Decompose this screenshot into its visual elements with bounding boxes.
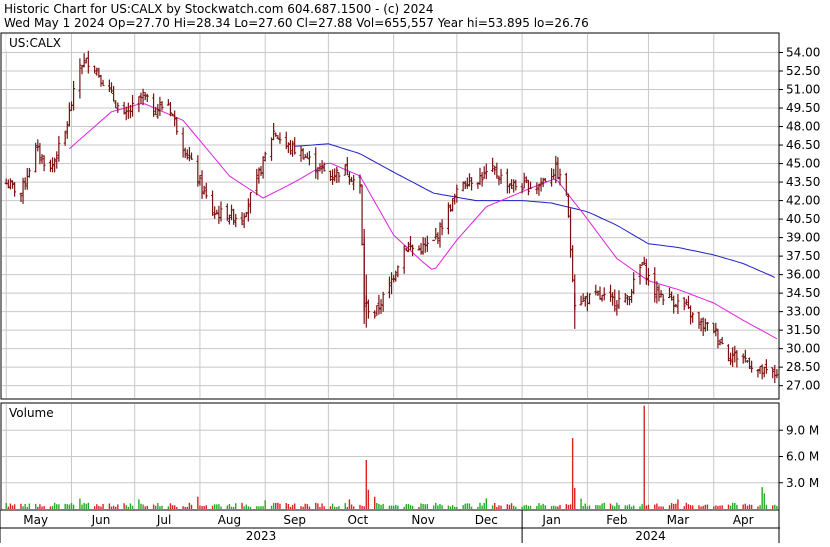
x-tick-label: Jun: [91, 513, 111, 527]
x-tick-label: Mar: [667, 513, 690, 527]
price-y-tick-label: 36.00: [786, 268, 820, 282]
x-tick-label: Nov: [411, 513, 434, 527]
year-label: 2024: [635, 529, 666, 543]
x-tick-label: Dec: [475, 513, 498, 527]
price-y-tick-label: 30.00: [786, 342, 820, 356]
price-y-tick-label: 43.50: [786, 175, 820, 189]
x-tick-label: Oct: [347, 513, 368, 527]
price-y-tick-label: 54.00: [786, 46, 820, 60]
x-tick-label: Feb: [606, 513, 627, 527]
price-y-tick-label: 39.00: [786, 231, 820, 245]
x-tick-label: Jan: [541, 513, 561, 527]
year-label: 2023: [246, 529, 277, 543]
price-y-tick-label: 46.50: [786, 138, 820, 152]
price-y-tick-label: 40.50: [786, 212, 820, 226]
price-y-tick-label: 34.50: [786, 286, 820, 300]
volume-label: Volume: [9, 406, 54, 420]
price-y-tick-label: 45.00: [786, 157, 820, 171]
volume-y-tick-label: 9.0 M: [786, 423, 819, 437]
price-y-tick-label: 51.00: [786, 83, 820, 97]
x-tick-label: Aug: [218, 513, 241, 527]
volume-y-axis: 9.0 M 6.0 M 3.0 M: [779, 423, 819, 490]
price-y-tick-label: 31.50: [786, 323, 820, 337]
chart-background: [0, 0, 830, 543]
price-y-tick-label: 27.00: [786, 379, 820, 393]
price-y-tick-label: 42.00: [786, 194, 820, 208]
price-y-tick-label: 37.50: [786, 249, 820, 263]
price-y-tick-label: 48.00: [786, 120, 820, 134]
x-tick-label: Sep: [283, 513, 306, 527]
header-title: Historic Chart for US:CALX by Stockwatch…: [4, 2, 434, 16]
price-y-tick-label: 49.50: [786, 101, 820, 115]
symbol-label: US:CALX: [9, 36, 61, 50]
price-y-tick-label: 28.50: [786, 360, 820, 374]
volume-y-tick-label: 6.0 M: [786, 450, 819, 464]
stock-chart: Historic Chart for US:CALX by Stockwatch…: [0, 0, 830, 543]
volume-y-tick-label: 3.0 M: [786, 476, 819, 490]
price-y-tick-label: 52.50: [786, 64, 820, 78]
x-tick-label: Jul: [156, 513, 171, 527]
chart-svg: Historic Chart for US:CALX by Stockwatch…: [0, 0, 830, 543]
x-tick-label: May: [23, 513, 48, 527]
price-y-tick-label: 33.00: [786, 305, 820, 319]
header-quote: Wed May 1 2024 Op=27.70 Hi=28.34 Lo=27.6…: [4, 16, 589, 30]
x-tick-label: Apr: [733, 513, 754, 527]
